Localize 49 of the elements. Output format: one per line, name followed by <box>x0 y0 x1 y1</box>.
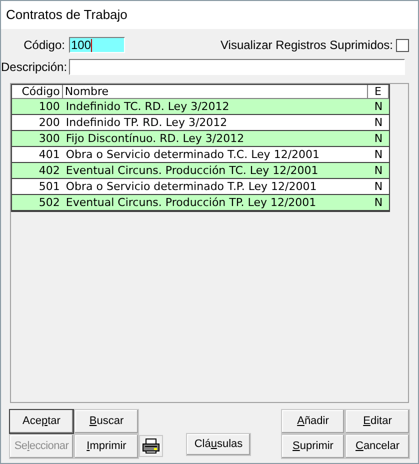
table-cell-text: Eventual Circuns. Producción TP. Ley 12/2001 <box>64 195 318 210</box>
table-cell-text: 501 <box>38 179 61 194</box>
button[interactable]: Buscar <box>74 409 139 434</box>
table-cell-text: N <box>373 195 384 210</box>
button[interactable]: Aceptar <box>9 409 74 434</box>
table-cell-text: Eventual Circuns. Producción TC. Ley 12/2001 <box>64 163 320 178</box>
table-row[interactable]: 402 Eventual Circuns. Producción TC. Ley 12/2001 N <box>12 163 389 179</box>
table-cell-text: N <box>373 147 384 162</box>
table-cell-text: Indefinido TC. RD. Ley 3/2012 <box>64 99 230 114</box>
window-title: Contratos de Trabajo <box>6 6 128 24</box>
button[interactable]: Editar <box>345 409 410 434</box>
table-cell-text: Fijo Discontínuo. RD. Ley 3/2012 <box>64 131 246 146</box>
table-cell-text: 100 <box>38 99 61 114</box>
checkbox[interactable] <box>396 38 409 52</box>
field-label: Código: <box>22 37 66 54</box>
field-label: Descripción: <box>1 59 68 76</box>
button[interactable]: Suprimir <box>281 434 345 459</box>
button[interactable]: Imprimir <box>74 434 139 459</box>
print-button[interactable] <box>139 435 163 457</box>
table-row[interactable]: 100 Indefinido TC. RD. Ley 3/2012 N <box>12 99 389 115</box>
table-row[interactable]: 502 Eventual Circuns. Producción TP. Ley 12/2001 N <box>12 195 389 211</box>
column-header[interactable]: E <box>368 85 389 98</box>
table-row[interactable]: 501 Obra o Servicio determinado T.P. Ley 12/2001 N <box>12 179 389 195</box>
table-cell-text: Indefinido TP. RD. Ley 3/2012 <box>64 115 228 130</box>
table-cell-text: 200 <box>38 115 61 130</box>
table-cell-text: N <box>373 131 384 146</box>
table-cell-text: N <box>373 115 384 130</box>
column-header[interactable]: Nombre <box>62 85 368 98</box>
checkbox-label: Visualizar Registros Suprimidos: <box>220 37 394 54</box>
table-row[interactable]: 300 Fijo Discontínuo. RD. Ley 3/2012 N <box>12 131 389 147</box>
table-row[interactable]: 200 Indefinido TP. RD. Ley 3/2012 N <box>12 115 389 131</box>
table-cell-text: 300 <box>38 131 61 146</box>
codigo-field[interactable]: 100 <box>69 37 125 53</box>
table-row[interactable]: 401 Obra o Servicio determinado T.C. Ley 12/2001 N <box>12 147 389 163</box>
table-cell-text: 502 <box>38 195 61 210</box>
table-cell-text: N <box>373 163 384 178</box>
button[interactable]: Cláusulas <box>186 433 251 456</box>
printer-icon <box>142 438 160 454</box>
table-cell-text: 401 <box>38 147 61 162</box>
table-cell-text: 402 <box>38 163 61 178</box>
table-cell-text: N <box>373 179 384 194</box>
descripcion-field[interactable] <box>69 59 405 75</box>
table-cell-text: Obra o Servicio determinado T.P. Ley 12/2001 <box>64 179 318 194</box>
button[interactable]: Añadir <box>281 409 345 434</box>
button[interactable]: Cancelar <box>345 434 410 459</box>
table-cell-text: Obra o Servicio determinado T.C. Ley 12/2001 <box>64 147 321 162</box>
field-value: 100 <box>71 38 92 52</box>
table-cell-text: N <box>373 99 384 114</box>
column-header[interactable]: Código <box>12 85 63 98</box>
